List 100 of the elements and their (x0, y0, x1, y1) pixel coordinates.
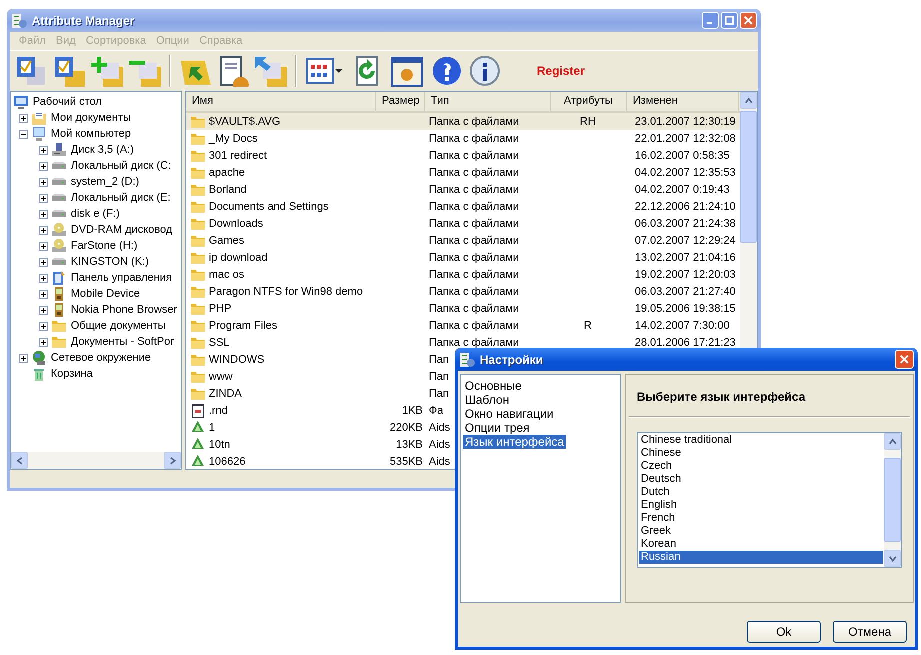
file-name[interactable]: Games (209, 234, 244, 246)
tree-item[interactable]: Mobile Device (71, 288, 140, 300)
tree-item[interactable]: Корзина (51, 368, 93, 380)
file-size: 535KB (390, 456, 423, 468)
column-header[interactable]: Размер (376, 92, 425, 111)
file-modified: 28.01.2006 17:21:23 (635, 336, 736, 348)
file-name[interactable]: PHP (209, 302, 232, 314)
tree-item[interactable]: Общие документы (71, 320, 166, 332)
file-name[interactable]: Downloads (209, 218, 264, 230)
expand-icon[interactable] (38, 178, 48, 186)
language-item[interactable]: Russian (639, 551, 883, 564)
column-header[interactable]: Имя (186, 92, 376, 111)
tree-item[interactable]: DVD-RAM дисковод (71, 224, 173, 236)
nav-item[interactable]: Шаблон (463, 393, 512, 407)
register-link[interactable]: Register (537, 64, 586, 78)
column-header[interactable]: Тип (425, 92, 551, 111)
tree-item[interactable]: Локальный диск (C: (71, 160, 172, 172)
language-item[interactable]: English (639, 499, 883, 512)
info-icon[interactable] (467, 53, 503, 89)
tree-item[interactable]: FarStone (H:) (71, 240, 138, 252)
file-name[interactable]: 106626 (209, 456, 246, 468)
expand-icon[interactable] (38, 338, 48, 346)
file-modified: 06.03.2007 21:27:40 (635, 286, 736, 298)
tree-item[interactable]: disk e (F:) (71, 208, 120, 220)
file-name[interactable]: 301 redirect (209, 150, 268, 162)
file-name[interactable]: $VAULT$.AVG (209, 116, 281, 128)
expand-icon[interactable] (38, 194, 48, 202)
file-name[interactable]: _My Docs (209, 132, 258, 144)
file-type: Aids (429, 456, 450, 468)
language-item[interactable]: Deutsch (639, 473, 883, 486)
nav-item[interactable]: Язык интерфейса (463, 435, 566, 449)
file-type: Папка с файлами (429, 132, 520, 144)
file-size: 220KB (390, 422, 423, 434)
documents-icon (31, 110, 47, 126)
tree-item[interactable]: Мои документы (51, 112, 132, 124)
disc-drive-icon (51, 238, 67, 254)
file-name[interactable]: 1 (209, 422, 216, 434)
trash-icon (31, 366, 47, 382)
collapse-icon[interactable] (18, 130, 28, 138)
expand-icon[interactable] (38, 258, 48, 266)
file-name[interactable]: ZINDA (209, 388, 242, 400)
close-button[interactable] (895, 350, 914, 369)
cancel-button[interactable]: Отмена (833, 621, 907, 643)
expand-icon[interactable] (38, 274, 48, 282)
expand-icon[interactable] (38, 322, 48, 330)
file-name[interactable]: mac os (209, 268, 244, 280)
tree-item[interactable]: Локальный диск (E: (71, 192, 171, 204)
file-name[interactable]: Documents and Settings (209, 200, 329, 212)
language-item[interactable]: Dutch (639, 486, 883, 499)
tree-item[interactable]: Диск 3,5 (A:) (71, 144, 134, 156)
expand-icon[interactable] (38, 242, 48, 250)
app-icon (459, 352, 475, 368)
tree-item[interactable]: Рабочий стол (33, 96, 102, 108)
column-header[interactable]: Изменен (627, 92, 739, 111)
tree-item[interactable]: Панель управления (71, 272, 172, 284)
expand-icon[interactable] (18, 114, 28, 122)
tree-item[interactable]: KINGSTON (K:) (71, 256, 150, 268)
file-modified: 22.12.2006 21:24:10 (635, 200, 736, 212)
tree-item[interactable]: Мой компьютер (51, 128, 132, 140)
desktop-icon (13, 94, 29, 110)
file-name[interactable]: WINDOWS (209, 354, 265, 366)
expand-icon[interactable] (38, 210, 48, 218)
horizontal-scrollbar[interactable] (11, 452, 181, 469)
file-type: Пап (429, 388, 449, 400)
expand-icon[interactable] (38, 306, 48, 314)
ok-button[interactable]: Ok (747, 621, 821, 643)
vertical-scrollbar[interactable] (884, 433, 901, 567)
language-item[interactable]: Chinese (639, 447, 883, 460)
column-header[interactable]: Атрибуты (551, 92, 627, 111)
file-name[interactable]: Program Files (209, 320, 278, 332)
language-item[interactable]: Greek (639, 525, 883, 538)
language-item[interactable]: French (639, 512, 883, 525)
expand-icon[interactable] (38, 162, 48, 170)
nav-item[interactable]: Опции трея (463, 421, 532, 435)
language-item[interactable]: Czech (639, 460, 883, 473)
file-name[interactable]: .rnd (209, 404, 228, 416)
tree-item[interactable]: Nokia Phone Browser (71, 304, 178, 316)
file-name[interactable]: apache (209, 166, 246, 178)
file-type: Папка с файлами (429, 252, 520, 264)
file-name[interactable]: www (209, 370, 233, 382)
tree-item[interactable]: system_2 (D:) (71, 176, 140, 188)
language-item[interactable]: Chinese traditional (639, 434, 883, 447)
file-name[interactable]: 10tn (209, 438, 230, 450)
file-type: Aids (429, 422, 450, 434)
file-name[interactable]: ip download (209, 252, 268, 264)
expand-icon[interactable] (18, 354, 28, 362)
tree-item[interactable]: Сетевое окружение (51, 352, 152, 364)
file-name[interactable]: Paragon NTFS for Win98 demo (209, 286, 364, 298)
nav-item[interactable]: Основные (463, 379, 524, 393)
file-type: Папка с файлами (429, 116, 520, 128)
file-type: Папка с файлами (429, 268, 520, 280)
file-name[interactable]: SSL (209, 336, 230, 348)
expand-icon[interactable] (38, 290, 48, 298)
nav-item[interactable]: Окно навигации (463, 407, 556, 421)
disc-drive-icon (51, 222, 67, 238)
expand-icon[interactable] (38, 226, 48, 234)
language-item[interactable]: Korean (639, 538, 883, 551)
expand-icon[interactable] (38, 146, 48, 154)
file-name[interactable]: Borland (209, 184, 247, 196)
tree-item[interactable]: Документы - SoftPor (71, 336, 174, 348)
